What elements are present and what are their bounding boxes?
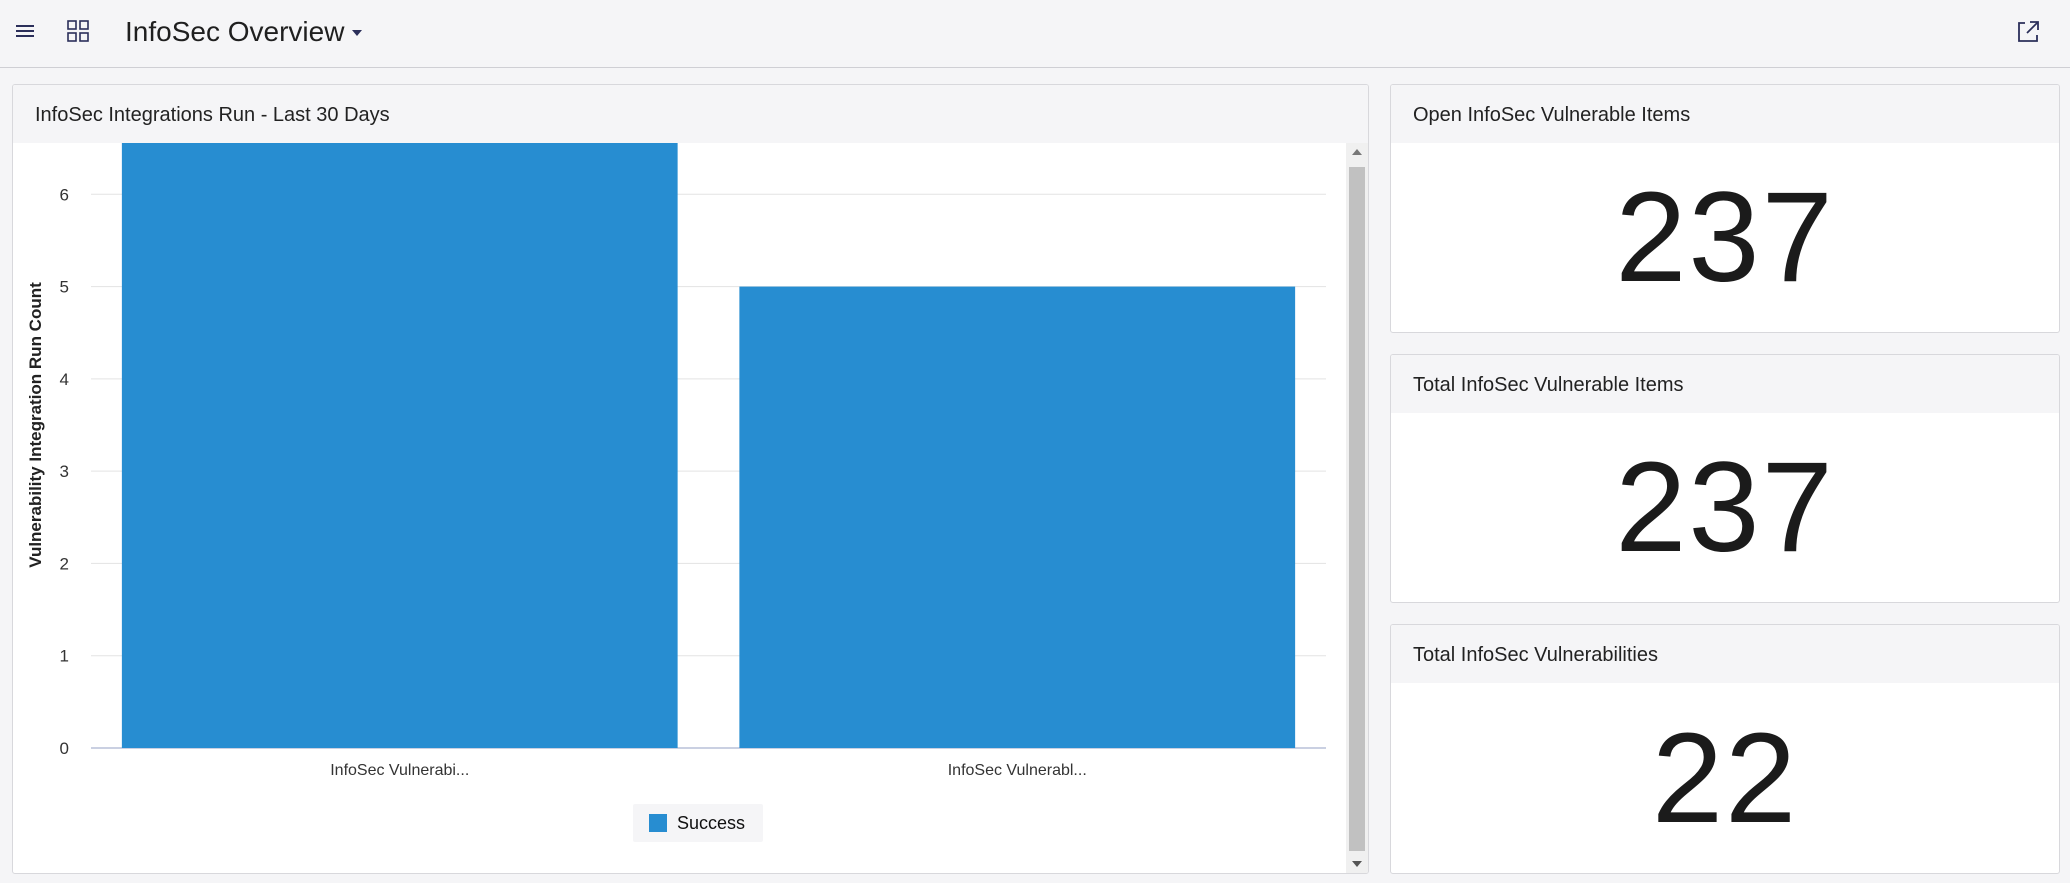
integrations-chart-widget: InfoSec Integrations Run - Last 30 Days … <box>12 84 1369 874</box>
x-tick-label: InfoSec Vulnerabl... <box>948 762 1087 779</box>
caret-down-icon[interactable] <box>346 22 368 44</box>
kpi-value[interactable]: 237 <box>1391 413 2059 602</box>
y-axis-label: Vulnerability Integration Run Count <box>26 282 45 568</box>
legend-swatch <box>649 814 667 832</box>
widget-header: Open InfoSec Vulnerable Items <box>1391 85 2059 143</box>
dashboard-grid-icon[interactable] <box>62 15 94 47</box>
widget-title: Total InfoSec Vulnerabilities <box>1413 644 1658 666</box>
y-tick-label: 6 <box>60 185 69 204</box>
y-tick-label: 5 <box>60 278 69 297</box>
page-title: InfoSec Overview <box>125 16 345 47</box>
kpi-total-vulnerable-items[interactable]: Total InfoSec Vulnerable Items 237 <box>1390 354 2060 603</box>
bar[interactable] <box>121 143 678 748</box>
chart-scrollbar[interactable] <box>1346 143 1368 873</box>
share-icon[interactable] <box>2012 16 2044 48</box>
scroll-thumb[interactable] <box>1349 167 1365 851</box>
widget-title: InfoSec Integrations Run - Last 30 Days <box>35 104 390 126</box>
menu-icon[interactable] <box>10 16 40 46</box>
bar[interactable] <box>739 286 1296 748</box>
widget-title: Total InfoSec Vulnerable Items <box>1413 374 1684 396</box>
scroll-down-arrow-icon[interactable] <box>1346 855 1368 873</box>
x-tick-label: InfoSec Vulnerabi... <box>330 762 469 779</box>
kpi-open-vulnerable-items[interactable]: Open InfoSec Vulnerable Items 237 <box>1390 84 2060 333</box>
bar-chart: 01234567Vulnerability Integration Run Co… <box>26 143 1326 779</box>
kpi-value[interactable]: 237 <box>1391 143 2059 332</box>
widget-title: Open InfoSec Vulnerable Items <box>1413 104 1691 126</box>
legend-label: Success <box>677 812 746 833</box>
kpi-value[interactable]: 22 <box>1391 683 2059 873</box>
y-tick-label: 1 <box>60 647 69 666</box>
scroll-up-arrow-icon[interactable] <box>1346 143 1368 161</box>
widget-header: InfoSec Integrations Run - Last 30 Days <box>13 85 1368 143</box>
y-tick-label: 2 <box>60 554 69 573</box>
top-bar: InfoSec Overview <box>0 0 2070 68</box>
kpi-total-vulnerabilities[interactable]: Total InfoSec Vulnerabilities 22 <box>1390 624 2060 874</box>
y-tick-label: 3 <box>60 462 69 481</box>
widget-header: Total InfoSec Vulnerabilities <box>1391 625 2059 683</box>
chart-legend[interactable]: Success <box>633 804 763 842</box>
y-tick-label: 0 <box>60 739 69 758</box>
widget-header: Total InfoSec Vulnerable Items <box>1391 355 2059 413</box>
y-tick-label: 4 <box>60 370 69 389</box>
